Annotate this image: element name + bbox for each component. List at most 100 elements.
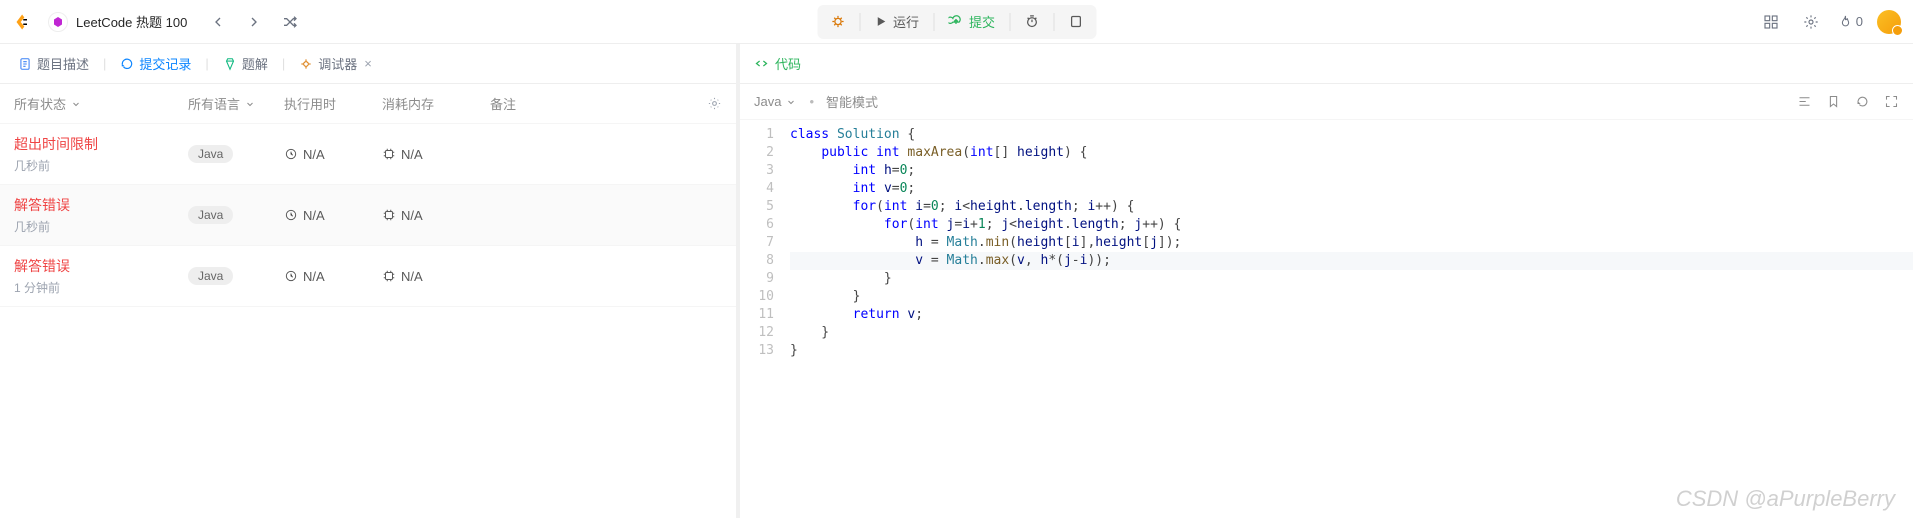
code-title-label: 代码: [775, 54, 801, 73]
leetcode-logo-icon[interactable]: [12, 13, 30, 31]
top-bar: LeetCode 热题 100 运行 提交: [0, 0, 1913, 44]
editor-actions: [1797, 94, 1899, 109]
language-pill: Java: [188, 267, 233, 285]
tab-solutions[interactable]: 题解: [215, 50, 276, 77]
code-line[interactable]: }: [790, 270, 1913, 288]
divider: [933, 13, 934, 31]
editor-mode: 智能模式: [826, 92, 878, 111]
code-line[interactable]: for(int i=0; i<height.length; i++) {: [790, 198, 1913, 216]
reset-button[interactable]: [1855, 94, 1870, 109]
tab-debugger-label: 调试器: [318, 54, 357, 73]
editor-content[interactable]: class Solution { public int maxArea(int[…: [784, 120, 1913, 518]
tab-description-label: 题目描述: [37, 54, 89, 73]
topbar-left: LeetCode 热题 100: [12, 8, 303, 36]
submission-when: 几秒前: [14, 157, 188, 174]
code-line[interactable]: public int maxArea(int[] height) {: [790, 144, 1913, 162]
code-line[interactable]: return v;: [790, 306, 1913, 324]
user-avatar[interactable]: [1877, 10, 1901, 34]
debug-button[interactable]: [820, 8, 855, 36]
col-header-memory: 消耗内存: [382, 94, 490, 113]
tab-description[interactable]: 题目描述: [10, 50, 97, 77]
list-badge-icon: [48, 12, 68, 32]
close-icon[interactable]: ×: [364, 56, 372, 71]
submission-runtime: N/A: [284, 208, 382, 223]
code-icon: [754, 56, 769, 71]
submission-status-text: 超出时间限制: [14, 134, 188, 154]
problem-list-selector[interactable]: LeetCode 热题 100: [40, 8, 195, 36]
columns-settings-button[interactable]: [707, 96, 722, 111]
tab-submissions-label: 提交记录: [139, 54, 191, 73]
settings-button[interactable]: [1798, 9, 1824, 35]
code-line[interactable]: }: [790, 342, 1913, 360]
submission-row[interactable]: 超出时间限制几秒前JavaN/AN/A: [0, 124, 736, 185]
next-problem-button[interactable]: [241, 9, 267, 35]
filter-status-label: 所有状态: [14, 94, 66, 113]
notes-button[interactable]: [1058, 8, 1093, 36]
code-title: 代码: [754, 54, 801, 73]
tab-divider: |: [203, 56, 210, 71]
submission-status-text: 解答错误: [14, 195, 188, 215]
code-line[interactable]: class Solution {: [790, 126, 1913, 144]
chevron-down-icon: [244, 98, 256, 110]
editor-gutter: 12345678910111213: [740, 120, 784, 518]
tab-debugger[interactable]: 调试器 ×: [291, 50, 380, 77]
language-pill: Java: [188, 145, 233, 163]
divider: [1009, 13, 1010, 31]
col-header-note: 备注: [490, 94, 722, 113]
col-header-time-label: 执行用时: [284, 94, 336, 113]
left-tabs: 题目描述 | 提交记录 | 题解 | 调试器 ×: [0, 44, 736, 84]
code-line[interactable]: }: [790, 288, 1913, 306]
submission-row[interactable]: 解答错误1 分钟前JavaN/AN/A: [0, 246, 736, 307]
submission-lang: Java: [188, 267, 284, 285]
col-header-time: 执行用时: [284, 94, 382, 113]
code-line[interactable]: h = Math.min(height[i],height[j]);: [790, 234, 1913, 252]
submission-lang: Java: [188, 145, 284, 163]
col-header-note-label: 备注: [490, 94, 516, 113]
submission-memory: N/A: [382, 208, 490, 223]
chip-icon: [382, 208, 396, 222]
code-line[interactable]: }: [790, 324, 1913, 342]
problem-list-title: LeetCode 热题 100: [76, 12, 187, 31]
clock-icon: [284, 208, 298, 222]
bookmark-button[interactable]: [1826, 94, 1841, 109]
tab-divider: |: [101, 56, 108, 71]
submission-memory: N/A: [382, 269, 490, 284]
submission-row[interactable]: 解答错误几秒前Java N/AN/A: [0, 185, 736, 246]
shuffle-button[interactable]: [277, 9, 303, 35]
col-header-memory-label: 消耗内存: [382, 94, 434, 113]
submission-when: 1 分钟前: [14, 279, 188, 296]
streak-indicator[interactable]: 0: [1838, 14, 1863, 29]
clock-icon: [284, 147, 298, 161]
code-line[interactable]: int v=0;: [790, 180, 1913, 198]
prev-problem-button[interactable]: [205, 9, 231, 35]
filter-language-label: 所有语言: [188, 94, 240, 113]
chevron-down-icon: [70, 98, 82, 110]
clock-icon: [284, 269, 298, 283]
code-line[interactable]: v = Math.max(v, h*(j-i));: [790, 252, 1913, 270]
code-line[interactable]: for(int j=i+1; j<height.length; j++) {: [790, 216, 1913, 234]
code-toolbar: Java • 智能模式: [740, 84, 1913, 120]
submit-button[interactable]: 提交: [938, 8, 1005, 36]
tab-divider: |: [280, 56, 287, 71]
fullscreen-button[interactable]: [1884, 94, 1899, 109]
filter-language[interactable]: 所有语言: [188, 94, 284, 113]
run-button[interactable]: 运行: [864, 8, 929, 36]
left-pane: 题目描述 | 提交记录 | 题解 | 调试器 × 所有状态: [0, 44, 740, 518]
layout-button[interactable]: [1758, 9, 1784, 35]
right-pane: 代码 Java • 智能模式 12345678910111213 class S…: [740, 44, 1913, 518]
submission-filters: 所有状态 所有语言 执行用时 消耗内存 备注: [0, 84, 736, 124]
tab-submissions[interactable]: 提交记录: [112, 50, 199, 77]
code-line[interactable]: int h=0;: [790, 162, 1913, 180]
main-split: 题目描述 | 提交记录 | 题解 | 调试器 × 所有状态: [0, 44, 1913, 518]
submission-when: 几秒前: [14, 218, 188, 235]
filter-status[interactable]: 所有状态: [14, 94, 188, 113]
chip-icon: [382, 147, 396, 161]
submission-lang: Java: [188, 206, 284, 224]
language-select[interactable]: Java: [754, 94, 797, 109]
language-pill: Java: [188, 206, 233, 224]
format-button[interactable]: [1797, 94, 1812, 109]
code-editor[interactable]: 12345678910111213 class Solution { publi…: [740, 120, 1913, 518]
run-label: 运行: [893, 12, 919, 31]
submissions-list: 超出时间限制几秒前JavaN/AN/A解答错误几秒前JavaN/AN/A解答错误…: [0, 124, 736, 518]
timer-button[interactable]: [1014, 8, 1049, 36]
